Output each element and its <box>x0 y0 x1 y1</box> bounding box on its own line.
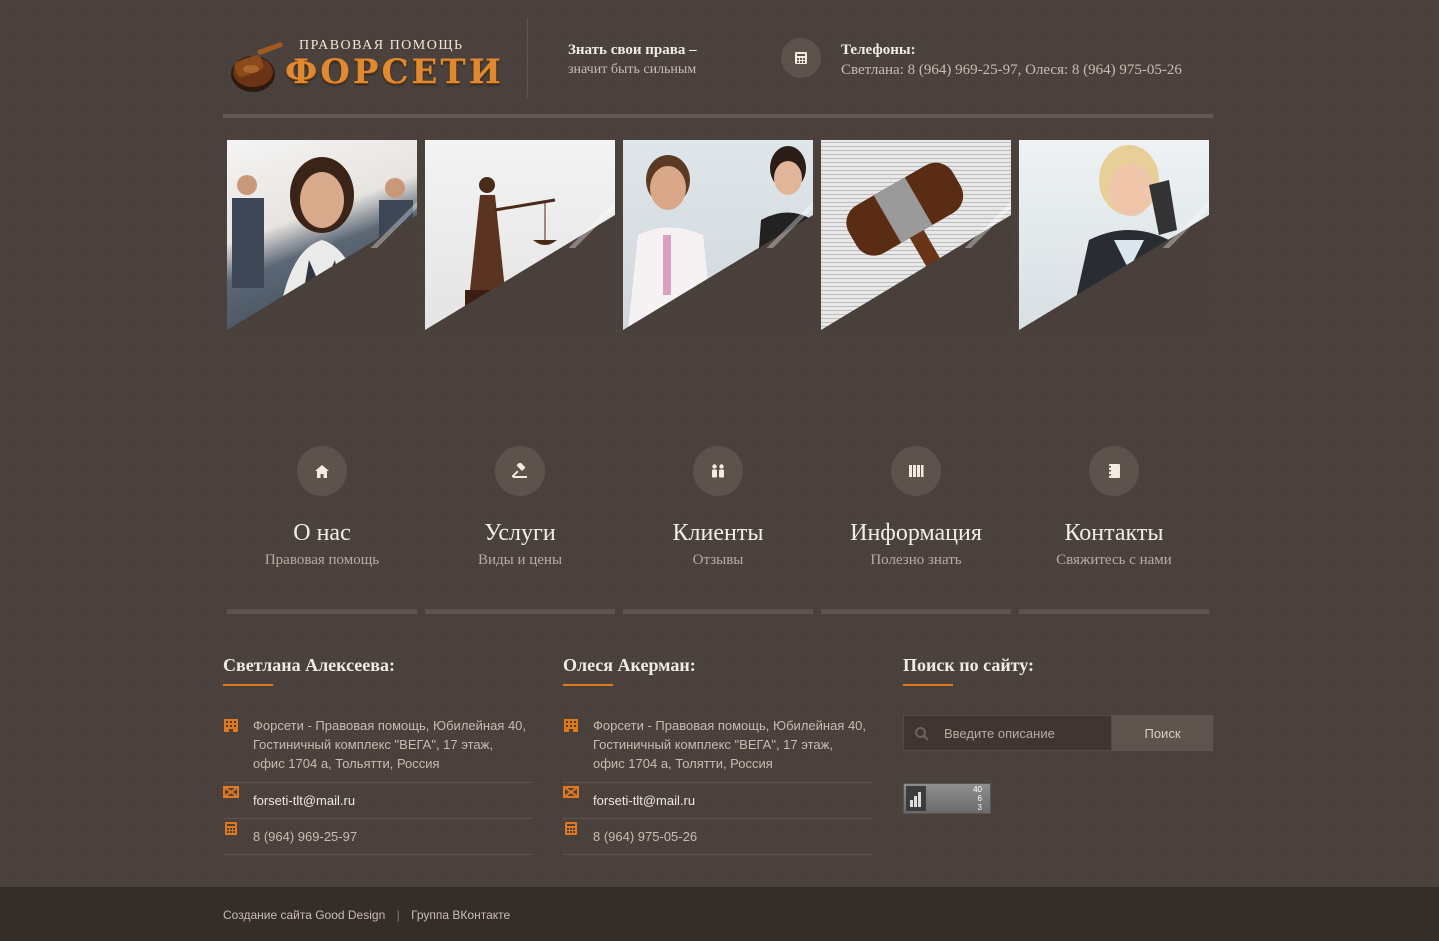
contacts-section: Светлана Алексеева: Форсети - Правовая п… <box>223 655 1213 865</box>
phones-block: Телефоны: Светлана: 8 (964) 969-25-97, О… <box>841 40 1182 80</box>
counter-chart-icon <box>906 786 926 811</box>
slogan: Знать свои права – значит быть сильным <box>568 40 697 80</box>
gallery-photo-business-woman[interactable] <box>227 140 417 330</box>
counter-value: 40 <box>973 785 982 794</box>
notebook-icon <box>1089 446 1139 496</box>
contact-address: Форсети - Правовая помощь, Юбилейная 40,… <box>563 716 873 783</box>
building-icon <box>564 719 578 732</box>
photo-stripe <box>1163 202 1209 248</box>
search-placeholder: Введите описание <box>944 726 1055 741</box>
nav-title: О нас <box>293 520 351 546</box>
phone-icon <box>781 38 821 78</box>
phones-title: Телефоны: <box>841 42 916 58</box>
gallery-photo-clients[interactable] <box>623 140 813 330</box>
nav-subtitle: Виды и цены <box>477 552 563 568</box>
contact-email-link[interactable]: forseti-tlt@mail.ru <box>593 793 695 808</box>
address-line: Гостиничный комплекс "ВЕГА", 17 этаж, <box>593 737 833 752</box>
header: ПРАВОВАЯ ПОМОЩЬ ФОРСЕТИ Знать свои права… <box>223 18 1213 118</box>
contact-name: Олеся Акерман: <box>563 655 696 675</box>
footer-separator: | <box>396 908 400 922</box>
nav-subtitle: Свяжитесь с нами <box>1056 552 1172 568</box>
footer-link-vkontakte[interactable]: Группа ВКонтакте <box>411 908 510 922</box>
photo-stripe <box>965 202 1011 248</box>
nav-item-contacts[interactable]: Контакты Свяжитесь с нами <box>1019 446 1209 616</box>
accent-underline <box>563 684 613 686</box>
nav-subtitle: Правовая помощь <box>264 552 380 568</box>
search-button[interactable]: Поиск <box>1112 715 1213 751</box>
search-column: Поиск по сайту: Введите описание Поиск 4… <box>903 655 1213 814</box>
contact-column-olesya: Олеся Акерман: Форсети - Правовая помощь… <box>563 655 873 855</box>
people-icon <box>693 446 743 496</box>
nav-subtitle: Отзывы <box>692 552 744 568</box>
contact-phone-row: 8 (964) 975-05-26 <box>563 819 873 855</box>
search-icon <box>915 727 929 741</box>
nav-title: Контакты <box>1064 520 1164 546</box>
nav-underline <box>821 609 1011 614</box>
logo-title: ФОРСЕТИ <box>285 52 504 92</box>
gallery-photo-themis[interactable] <box>425 140 615 330</box>
contact-name: Светлана Алексеева: <box>223 655 395 675</box>
contact-phone: 8 (964) 969-25-97 <box>253 829 358 844</box>
photo-stripe <box>767 202 813 248</box>
header-divider-line <box>223 114 1213 118</box>
nav-item-clients[interactable]: Клиенты Отзывы <box>623 446 813 616</box>
address-line: Форсети - Правовая помощь, Юбилейная 40, <box>253 718 527 733</box>
contact-column-svetlana: Светлана Алексеева: Форсети - Правовая п… <box>223 655 533 855</box>
envelope-icon <box>563 786 579 798</box>
counter-values: 40 6 3 <box>973 785 982 812</box>
address-line: офис 1704 а, Толятти, Россия <box>593 756 773 771</box>
photo-stripe <box>569 202 615 248</box>
logo[interactable]: ПРАВОВАЯ ПОМОЩЬ ФОРСЕТИ <box>223 36 501 96</box>
slogan-line1: Знать свои права – <box>568 42 697 58</box>
nav-underline <box>425 609 615 614</box>
phone-icon <box>225 822 237 835</box>
gallery-photo-phone-woman[interactable] <box>1019 140 1209 330</box>
phones-text: Светлана: 8 (964) 969-25-97, Олеся: 8 (9… <box>841 62 1182 78</box>
contact-email-link[interactable]: forseti-tlt@mail.ru <box>253 793 355 808</box>
building-icon <box>224 719 238 732</box>
phone-icon <box>565 822 577 835</box>
counter-value: 3 <box>977 803 982 812</box>
photo-stripe <box>371 202 417 248</box>
address-line: Форсети - Правовая помощь, Юбилейная 40, <box>593 718 867 733</box>
nav-underline <box>623 609 813 614</box>
nav-item-about[interactable]: О нас Правовая помощь <box>227 446 417 616</box>
nav-title: Клиенты <box>672 520 764 546</box>
photo-gallery <box>223 140 1213 330</box>
nav-title: Информация <box>850 520 982 546</box>
header-divider <box>527 18 528 98</box>
counter-value: 6 <box>977 794 982 803</box>
footer-link-good-design[interactable]: Создание сайта Good Design <box>223 908 385 922</box>
contact-phone: 8 (964) 975-05-26 <box>593 829 698 844</box>
footer-links: Создание сайта Good Design | Группа ВКон… <box>223 908 510 922</box>
nav-title: Услуги <box>484 520 556 546</box>
main-nav: О нас Правовая помощь Услуги Виды и цены… <box>223 446 1213 616</box>
accent-underline <box>903 684 953 686</box>
search-form: Введите описание Поиск <box>903 715 1213 751</box>
books-icon <box>891 446 941 496</box>
home-icon <box>297 446 347 496</box>
gavel-icon <box>495 446 545 496</box>
address-line: офис 1704 а, Тольятти, Россия <box>253 756 440 771</box>
slogan-line2: значит быть сильным <box>568 62 697 77</box>
envelope-icon <box>223 786 239 798</box>
accent-underline <box>223 684 273 686</box>
nav-subtitle: Полезно знать <box>870 552 962 568</box>
contact-phone-row: 8 (964) 969-25-97 <box>223 819 533 855</box>
search-input[interactable]: Введите описание <box>903 715 1112 751</box>
contact-email-row: forseti-tlt@mail.ru <box>563 783 873 819</box>
contact-email-row: forseti-tlt@mail.ru <box>223 783 533 819</box>
search-title: Поиск по сайту: <box>903 655 1035 675</box>
visitor-counter[interactable]: 40 6 3 <box>903 783 991 814</box>
address-line: Гостиничный комплекс "ВЕГА", 17 этаж, <box>253 737 493 752</box>
contact-address: Форсети - Правовая помощь, Юбилейная 40,… <box>223 716 533 783</box>
nav-underline <box>1019 609 1209 614</box>
gallery-photo-gavel[interactable] <box>821 140 1011 330</box>
nav-item-services[interactable]: Услуги Виды и цены <box>425 446 615 616</box>
nav-underline <box>227 609 417 614</box>
footer: Создание сайта Good Design | Группа ВКон… <box>0 887 1439 941</box>
gavel-logo-icon <box>231 42 283 92</box>
nav-item-information[interactable]: Информация Полезно знать <box>821 446 1011 616</box>
